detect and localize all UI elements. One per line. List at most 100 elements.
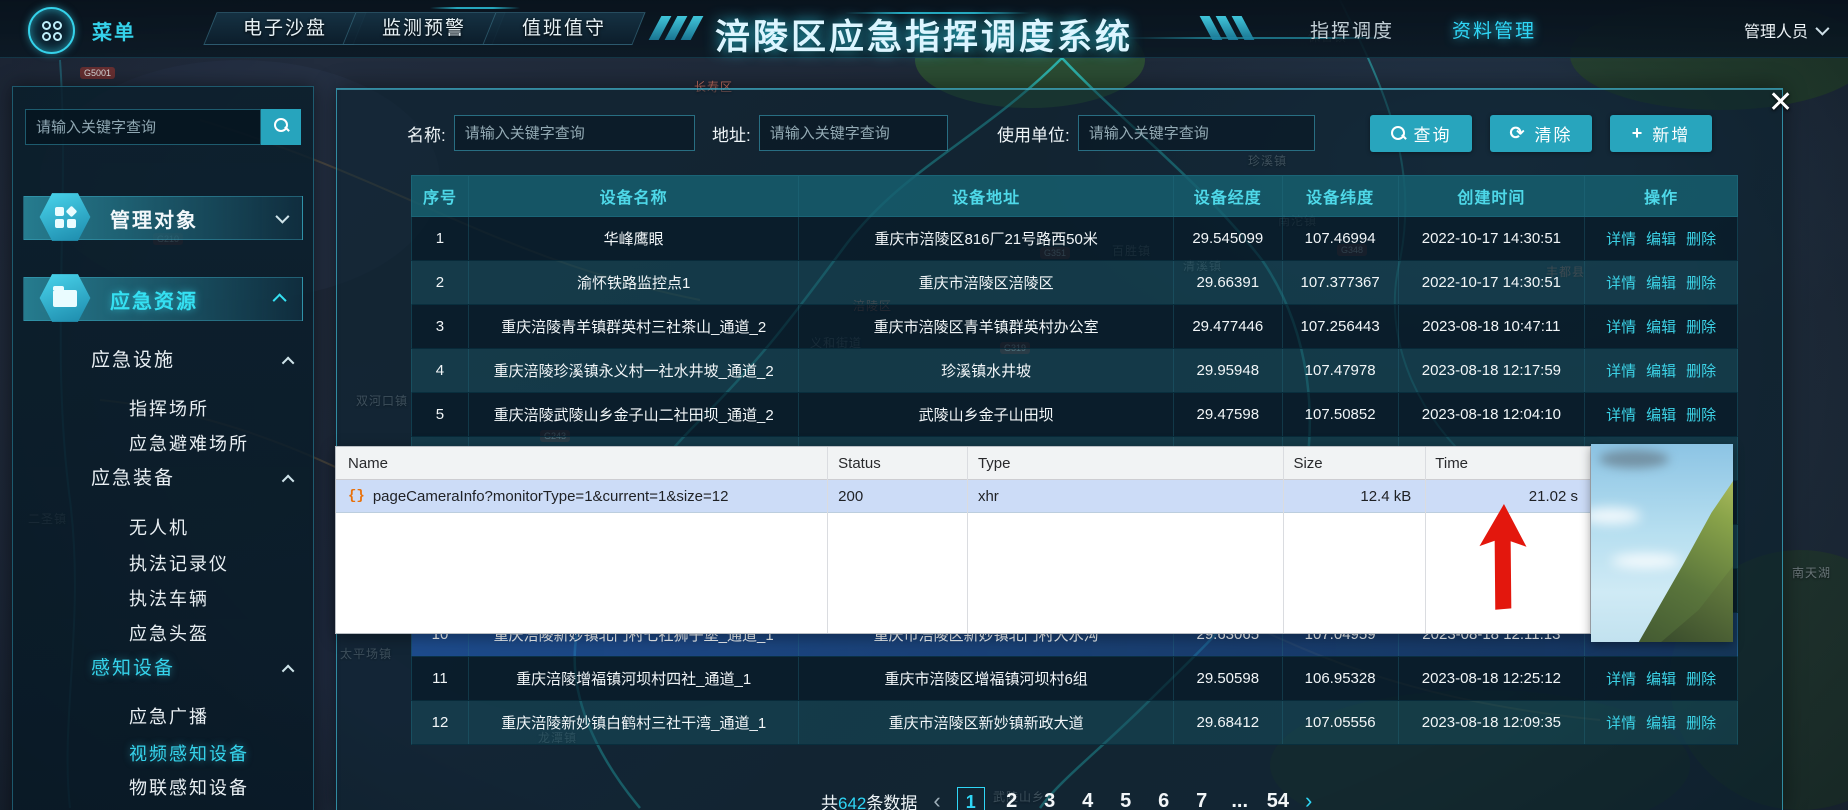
device-table-header: 序号 设备名称 设备地址 设备经度 设备纬度 创建时间 操作	[411, 175, 1738, 217]
sidebar-search-input[interactable]	[25, 109, 261, 145]
sidebar-item-8[interactable]: 感知设备	[91, 654, 175, 684]
net-col-status[interactable]: Status	[826, 447, 966, 479]
sidebar-item-11[interactable]: 物联感知设备	[129, 773, 249, 803]
cell-longitude: 29.68412	[1174, 701, 1283, 744]
edit-link[interactable]: 编辑	[1646, 228, 1676, 249]
clear-button[interactable]: ⟳ 清除	[1490, 115, 1592, 152]
delete-link[interactable]: 删除	[1686, 228, 1716, 249]
row-actions: 详情编辑删除	[1606, 712, 1716, 733]
camera-preview-thumbnail	[1591, 444, 1733, 642]
edit-link[interactable]: 编辑	[1646, 272, 1676, 293]
page-number[interactable]: 6	[1153, 790, 1175, 810]
net-col-type[interactable]: Type	[966, 447, 1281, 479]
table-row[interactable]: 11重庆涪陵增福镇河坝村四社_通道_1重庆市涪陵区增福镇河坝村6组29.5059…	[411, 657, 1738, 701]
query-button[interactable]: 查询	[1370, 115, 1472, 152]
edit-link[interactable]: 编辑	[1646, 316, 1676, 337]
page-number[interactable]: 4	[1077, 790, 1099, 810]
table-row[interactable]: 3重庆涪陵青羊镇群英村三社茶山_通道_2重庆市涪陵区青羊镇群英村办公室29.47…	[411, 305, 1738, 349]
column-separator[interactable]	[1425, 447, 1426, 633]
cell-create-time: 2022-10-17 14:30:51	[1399, 217, 1586, 260]
add-button[interactable]: + 新增	[1610, 115, 1712, 152]
cell-longitude: 29.95948	[1174, 349, 1283, 392]
sidebar-item-6[interactable]: 执法车辆	[129, 584, 209, 614]
edit-link[interactable]: 编辑	[1646, 712, 1676, 733]
table-row[interactable]: 1华峰鹰眼重庆市涪陵区816厂21号路西50米29.545099107.4699…	[411, 217, 1738, 261]
filter-unit: 使用单位:	[997, 115, 1315, 151]
delete-link[interactable]: 删除	[1686, 360, 1716, 381]
sidebar-item-1[interactable]: 指挥场所	[129, 394, 209, 424]
detail-link[interactable]: 详情	[1606, 404, 1636, 425]
cell-create-time: 2023-08-18 12:17:59	[1399, 349, 1586, 392]
cell-serial: 5	[412, 393, 469, 436]
column-separator[interactable]	[967, 447, 968, 633]
sidebar-item-2[interactable]: 应急避难场所	[129, 429, 249, 459]
user-menu[interactable]: 管理人员	[1744, 18, 1826, 42]
cell-actions: 详情编辑删除	[1585, 261, 1737, 304]
sidebar-search-button[interactable]	[261, 109, 301, 145]
net-col-time[interactable]: Time	[1423, 447, 1590, 479]
page-number[interactable]: 3	[1039, 790, 1061, 810]
cell-serial: 12	[412, 701, 469, 744]
sidebar-item-9[interactable]: 应急广播	[129, 702, 209, 732]
detail-link[interactable]: 详情	[1606, 360, 1636, 381]
detail-link[interactable]: 详情	[1606, 272, 1636, 293]
chevron-up-icon	[273, 293, 287, 307]
prev-page-button[interactable]: ‹	[933, 788, 940, 810]
nav-monitor-warning[interactable]: 监测预警	[349, 12, 499, 45]
net-col-size[interactable]: Size	[1281, 447, 1423, 479]
nav-duty-watch[interactable]: 值班值守	[489, 12, 639, 45]
app-root: 长寿区保合镇珍溪镇南沱镇清溪镇百胜镇义和街道双河口镇太平场镇龙潭镇二圣镇丰都县涪…	[0, 0, 1848, 810]
filter-address: 地址:	[712, 115, 948, 151]
close-icon[interactable]: ✕	[1768, 88, 1793, 118]
net-col-name[interactable]: Name	[336, 447, 826, 479]
request-status: 200	[826, 480, 966, 512]
nav-electronic-sandbox[interactable]: 电子沙盘	[210, 12, 360, 45]
detail-link[interactable]: 详情	[1606, 668, 1636, 689]
tab-data-management[interactable]: 资料管理	[1452, 16, 1536, 43]
detail-link[interactable]: 详情	[1606, 228, 1636, 249]
sidebar-group-emergency-resources[interactable]: 应急资源	[23, 277, 303, 321]
page-current[interactable]: 1	[957, 787, 985, 810]
sidebar-item-3[interactable]: 应急装备	[91, 464, 175, 494]
table-row[interactable]: 12重庆涪陵新妙镇白鹤村三社干湾_通道_1重庆市涪陵区新妙镇新政大道29.684…	[411, 701, 1738, 745]
sidebar-item-0[interactable]: 应急设施	[91, 346, 175, 376]
edit-link[interactable]: 编辑	[1646, 404, 1676, 425]
delete-link[interactable]: 删除	[1686, 668, 1716, 689]
sidebar-item-4[interactable]: 无人机	[129, 513, 189, 543]
filter-name-input[interactable]	[454, 115, 695, 151]
table-row[interactable]: 4重庆涪陵珍溪镇永义村一社水井坡_通道_2珍溪镇水井坡29.95948107.4…	[411, 349, 1738, 393]
network-request-row[interactable]: {} pageCameraInfo?monitorType=1&current=…	[336, 480, 1590, 513]
col-serial: 序号	[412, 176, 469, 216]
page-numbers: 1234567...54	[957, 787, 1289, 810]
detail-link[interactable]: 详情	[1606, 712, 1636, 733]
sidebar-item-7[interactable]: 应急头盔	[129, 619, 209, 649]
filter-unit-input[interactable]	[1078, 115, 1315, 151]
cell-serial: 2	[412, 261, 469, 304]
delete-link[interactable]: 删除	[1686, 712, 1716, 733]
edit-link[interactable]: 编辑	[1646, 360, 1676, 381]
cell-longitude: 29.477446	[1174, 305, 1283, 348]
page-number[interactable]: 7	[1191, 790, 1213, 810]
grid-icon	[38, 191, 92, 243]
row-actions: 详情编辑删除	[1606, 668, 1716, 689]
delete-link[interactable]: 删除	[1686, 316, 1716, 337]
delete-link[interactable]: 删除	[1686, 272, 1716, 293]
cell-serial: 1	[412, 217, 469, 260]
table-row[interactable]: 5重庆涪陵武陵山乡金子山二社田坝_通道_2武陵山乡金子山田坝29.4759810…	[411, 393, 1738, 437]
sidebar-item-10[interactable]: 视频感知设备	[129, 739, 249, 769]
page-number[interactable]: 5	[1115, 790, 1137, 810]
next-page-button[interactable]: ›	[1305, 788, 1312, 810]
column-separator[interactable]	[827, 447, 828, 633]
filter-address-input[interactable]	[759, 115, 948, 151]
edit-link[interactable]: 编辑	[1646, 668, 1676, 689]
page-number[interactable]: 54	[1267, 790, 1289, 810]
page-number[interactable]: 2	[1001, 790, 1023, 810]
table-row[interactable]: 2渝怀铁路监控点1重庆市涪陵区涪陵区29.66391107.3773672022…	[411, 261, 1738, 305]
column-separator[interactable]	[1283, 447, 1284, 633]
detail-link[interactable]: 详情	[1606, 316, 1636, 337]
sidebar-item-5[interactable]: 执法记录仪	[129, 549, 229, 579]
delete-link[interactable]: 删除	[1686, 404, 1716, 425]
tab-command-dispatch[interactable]: 指挥调度	[1310, 16, 1394, 43]
sidebar-group-management-objects[interactable]: 管理对象	[23, 196, 303, 240]
cell-device-name: 重庆涪陵青羊镇群英村三社茶山_通道_2	[469, 305, 800, 348]
